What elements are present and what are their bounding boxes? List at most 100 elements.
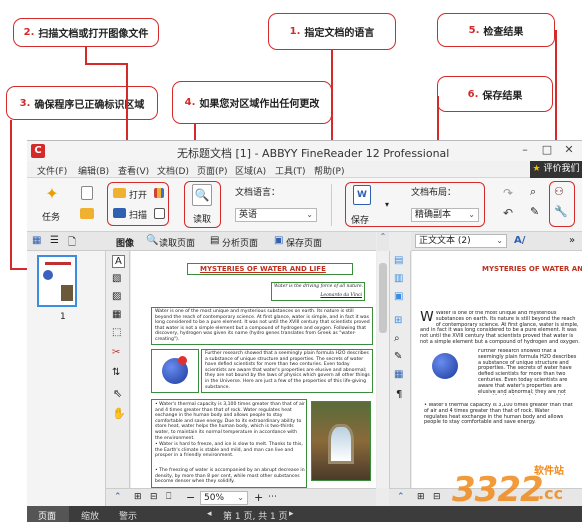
document-image-view[interactable]: MYSTERIES OF WATER AND LIFE Water is the… — [131, 251, 376, 488]
menu-help[interactable]: 帮助(P) — [314, 164, 344, 177]
thumbnail-heading — [45, 262, 71, 265]
menu-area[interactable]: 区域(A) — [235, 164, 266, 177]
doc-paragraph-1: Water is one of the most unique and myst… — [155, 309, 370, 342]
text-style-value: 正文文本 (2) — [419, 236, 471, 246]
zoom-select[interactable]: 50% ⌄ — [200, 491, 248, 505]
tab-zoom[interactable]: 缩放 — [81, 509, 99, 522]
callout-text: 扫描文档或打开图像文件 — [38, 29, 149, 40]
more-options-icon[interactable]: » — [569, 235, 575, 246]
molecule-atom — [178, 356, 187, 365]
find-icon[interactable]: ⌕ — [530, 185, 536, 199]
menu-view[interactable]: 查看(V) — [118, 164, 149, 177]
details-view-icon[interactable]: ☰ — [50, 235, 59, 246]
epigraph-area[interactable]: Water is the driving force of all nature… — [271, 282, 365, 301]
text-style-select[interactable]: 正文文本 (2) ⌄ — [415, 234, 507, 248]
review-us-button[interactable]: ★ 评价我们 — [530, 161, 582, 178]
find-text-icon[interactable]: ⌕ — [394, 333, 400, 344]
zoom-pane-tool-icon[interactable]: ⊞ — [394, 315, 402, 326]
tab-warnings[interactable]: 警示 — [119, 509, 137, 522]
menu-edit[interactable]: 编辑(B) — [78, 164, 109, 177]
fit-width-icon[interactable]: ⊟ — [433, 492, 441, 502]
read-page-button[interactable]: 读取页面 — [159, 236, 195, 249]
heading-area[interactable]: MYSTERIES OF WATER AND LIFE — [187, 263, 353, 275]
background-picture-tool-icon[interactable]: ▨ — [112, 291, 121, 302]
scrollbar-thumb[interactable] — [379, 263, 387, 333]
star-icon: ★ — [532, 164, 541, 174]
scroll-up-icon[interactable]: ⌃ — [377, 232, 389, 251]
fit-height-icon[interactable]: ⎕ — [166, 492, 171, 502]
image-pane-tool-icon[interactable]: ▥ — [394, 273, 403, 284]
text-editor[interactable]: MYSTERIES OF WATER AND LIFE WWater is on… — [412, 251, 582, 488]
zoom-value: 50% — [204, 493, 225, 503]
font-settings-icon[interactable]: A/ — [514, 235, 525, 246]
page-properties-icon[interactable]: 🗋 — [68, 235, 76, 252]
photo-area[interactable] — [311, 401, 371, 481]
text-paragraph-2: Further research showed that a seemingly… — [478, 349, 578, 395]
hand-tool-icon[interactable]: ✋ — [112, 407, 126, 420]
fit-page-icon[interactable]: ⊞ — [417, 492, 425, 502]
thumbnail-view-icon[interactable]: ▦ — [32, 235, 41, 246]
undo-icon[interactable]: ↶ — [503, 206, 513, 220]
picture-area-tool-icon[interactable]: ▧ — [112, 273, 121, 284]
analyze-page-button[interactable]: 分析页面 — [222, 236, 258, 249]
minimize-button[interactable]: – — [514, 143, 536, 159]
doc-heading: MYSTERIES OF WATER AND LIFE — [200, 265, 326, 273]
separator — [331, 184, 332, 226]
styles-icon[interactable]: ▦ — [394, 369, 403, 380]
callout-number: 1. — [289, 26, 301, 37]
close-button[interactable]: ✕ — [558, 143, 580, 159]
save-page-button[interactable]: 保存页面 — [286, 236, 322, 249]
text-pane-tool-icon[interactable]: ▤ — [394, 255, 403, 266]
paragraph-mark-icon[interactable]: ¶ — [396, 389, 402, 400]
paragraph-area-1[interactable]: Water is one of the most unique and myst… — [151, 307, 373, 345]
menu-page[interactable]: 页面(P) — [197, 164, 227, 177]
read-highlight — [184, 181, 221, 228]
fit-page-icon[interactable]: ⊞ — [134, 492, 142, 502]
redo-icon[interactable]: ↷ — [503, 186, 513, 200]
vertical-scrollbar[interactable] — [377, 251, 389, 488]
recognition-area-tool-icon[interactable]: ⬚ — [112, 327, 121, 338]
zoom-out-button[interactable]: − — [186, 491, 195, 504]
menu-document[interactable]: 文档(D) — [157, 164, 189, 177]
split-view-tool-icon[interactable]: ▣ — [394, 291, 403, 302]
callout-check-results: 5. 检查结果 — [437, 13, 555, 47]
verify-text-icon[interactable]: ✎ — [530, 205, 539, 218]
callout-number: 3. — [19, 97, 31, 109]
paragraph-area-2[interactable]: Further research showed that a seemingly… — [201, 349, 373, 393]
menu-file[interactable]: 文件(F) — [37, 164, 67, 177]
next-page-icon[interactable]: ▸ — [289, 509, 294, 519]
doc-author: Leonardo da Vinci — [320, 293, 362, 298]
zoom-menu-icon[interactable]: ⋯ — [268, 492, 277, 502]
page-thumbnail[interactable] — [37, 255, 77, 307]
order-areas-tool-icon[interactable]: ⇅ — [112, 367, 120, 378]
menu-tools[interactable]: 工具(T) — [275, 164, 306, 177]
verify-icon[interactable]: ✎ — [394, 351, 402, 362]
table-area-tool-icon[interactable]: ▦ — [112, 309, 121, 320]
collapse-icon[interactable]: ⌃ — [397, 492, 405, 502]
callout-text: 指定文档的语言 — [304, 28, 375, 39]
doc-bullet-2: • Water is hard to freeze, and ice is sl… — [155, 442, 303, 459]
task-label: 任务 — [42, 213, 61, 223]
picture-area[interactable] — [151, 349, 199, 393]
text-tools: ▤ ▥ ▣ ⊞ ⌕ ✎ ▦ ¶ — [389, 251, 411, 488]
text-area-tool-icon[interactable]: A — [112, 255, 125, 268]
prev-page-icon[interactable]: ◂ — [207, 509, 212, 519]
image-pane-toolbar: 图像 🔍 读取页面 ▤ 分析页面 ▣ 保存页面 — [106, 232, 376, 251]
fit-width-icon[interactable]: ⊟ — [150, 492, 158, 502]
doc-epigraph: Water is the driving force of all nature… — [274, 284, 364, 289]
list-area[interactable]: • Water's thermal capacity is 3,100 time… — [151, 399, 307, 488]
zoom-in-button[interactable]: + — [254, 491, 263, 504]
pointer-tool-icon[interactable]: ⇖ — [113, 387, 122, 400]
doc-language-select[interactable]: 英语 ⌄ — [235, 208, 317, 222]
waterfall-photo — [328, 424, 354, 464]
page-number: 1 — [60, 312, 66, 322]
maximize-button[interactable]: □ — [536, 143, 558, 159]
task-button[interactable]: ✦ 任务 — [39, 183, 65, 227]
analyze-page-icon: ▤ — [210, 235, 220, 246]
magic-wand-icon: ✦ — [45, 184, 59, 203]
area-tools: A ▧ ▨ ▦ ⬚ ✂ ⇅ ⇖ ✋ — [106, 251, 130, 488]
new-document-icon[interactable] — [81, 186, 93, 200]
delete-area-tool-icon[interactable]: ✂ — [112, 347, 120, 358]
folder-icon[interactable] — [80, 208, 94, 219]
collapse-icon[interactable]: ⌃ — [114, 492, 122, 502]
